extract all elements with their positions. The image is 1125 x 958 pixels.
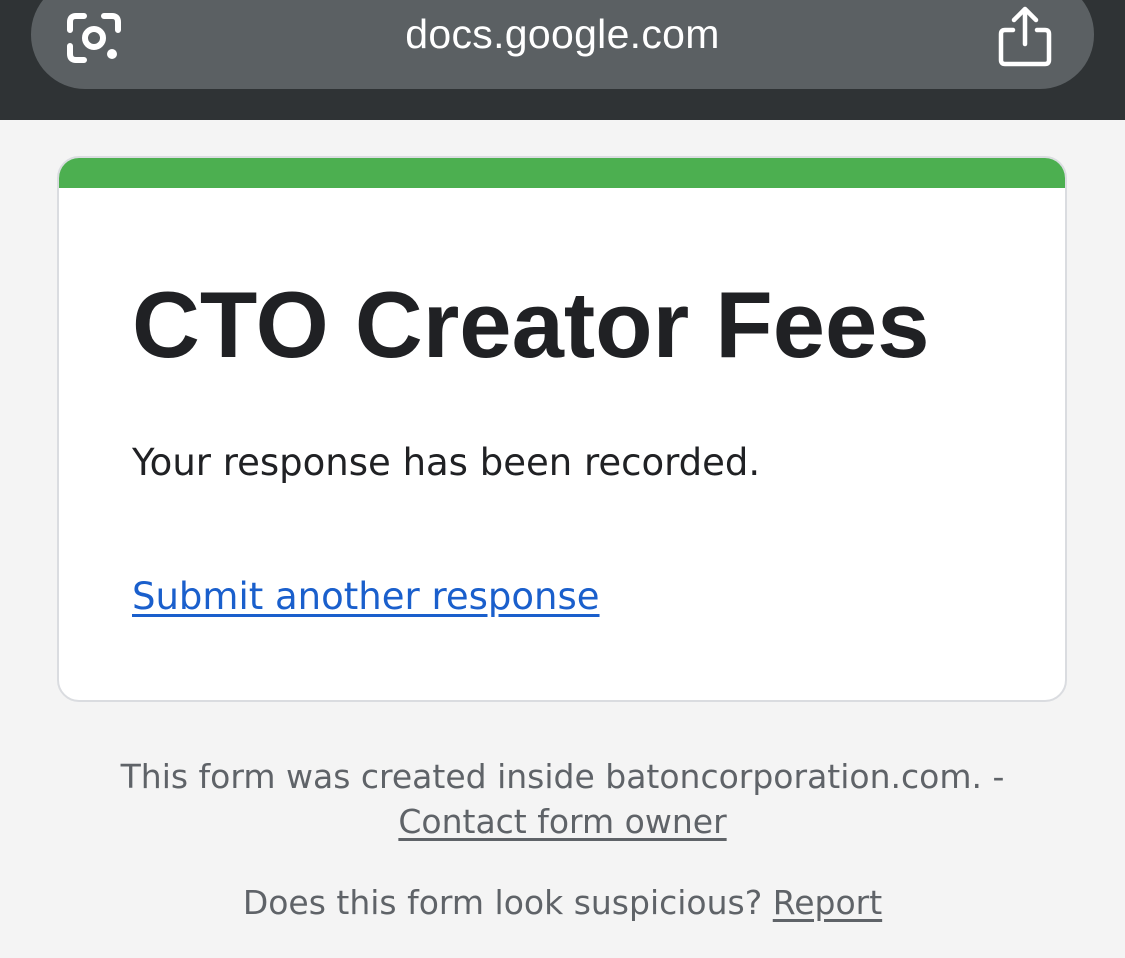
browser-toolbar: docs.google.com [0, 0, 1125, 120]
form-title: CTO Creator Fees [132, 272, 930, 377]
confirmation-message: Your response has been recorded. [132, 441, 761, 484]
contact-form-owner-link[interactable]: Contact form owner [398, 802, 726, 841]
footer-contact-line: Contact form owner [0, 800, 1125, 844]
suspicious-question-text: Does this form look suspicious? [242, 883, 763, 922]
url-text[interactable]: docs.google.com [0, 8, 1125, 60]
share-icon[interactable] [996, 4, 1054, 68]
card-accent-bar [59, 158, 1065, 188]
footer-report-line: Does this form look suspicious? Report [0, 881, 1125, 925]
submit-another-response-link[interactable]: Submit another response [132, 572, 600, 622]
report-link[interactable]: Report [773, 883, 882, 922]
footer-created-inside: This form was created inside batoncorpor… [120, 757, 1005, 796]
form-card: CTO Creator Fees Your response has been … [57, 156, 1067, 702]
